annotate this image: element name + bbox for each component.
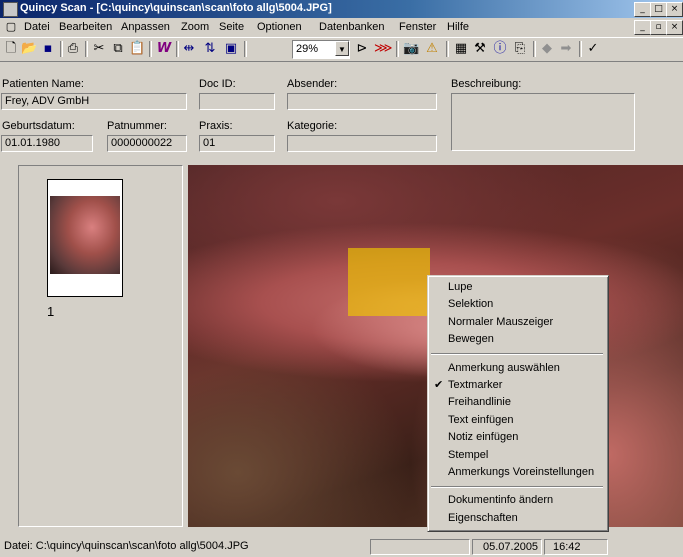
kategorie-field[interactable] xyxy=(287,135,437,152)
forward-arrow-icon[interactable]: ➡ xyxy=(558,41,574,57)
new-window-icon[interactable]: ⎘ xyxy=(512,41,528,57)
close-button[interactable]: × xyxy=(666,2,683,17)
kategorie-label: Kategorie: xyxy=(287,120,338,132)
new-icon[interactable]: 🗋 xyxy=(3,41,19,57)
menu-hilfe[interactable]: Hilfe xyxy=(447,21,469,33)
info-icon[interactable]: ⓘ xyxy=(492,41,508,57)
praxis-field[interactable]: 01 xyxy=(199,135,275,152)
copy-icon[interactable]: ⧉ xyxy=(110,41,126,57)
title-bar[interactable]: Quincy Scan - [C:\quincy\quinscan\scan\f… xyxy=(0,0,683,18)
geburtsdatum-field[interactable]: 01.01.1980 xyxy=(1,135,93,152)
scanner-icon[interactable]: ⚠ xyxy=(424,41,440,57)
back-arrow-icon[interactable]: ◆ xyxy=(539,41,555,57)
menu-separator xyxy=(431,486,603,488)
chevron-down-icon[interactable]: ▼ xyxy=(335,41,349,56)
status-file: Datei: C:\quincy\quinscan\scan\foto allg… xyxy=(4,540,249,552)
menu-zoom[interactable]: Zoom xyxy=(181,21,209,33)
fit-height-icon[interactable]: ⇅ xyxy=(202,41,218,57)
toolbar-separator xyxy=(85,41,88,57)
menu-bar: ▢ Datei Bearbeiten Anpassen Zoom Seite O… xyxy=(0,18,683,36)
ctx-anmerkung-auswaehlen[interactable]: Anmerkung auswählen xyxy=(448,362,560,374)
window-title: Quincy Scan - [C:\quincy\quinscan\scan\f… xyxy=(20,2,332,14)
minimize-button[interactable]: _ xyxy=(634,2,651,17)
ctx-lupe[interactable]: Lupe xyxy=(448,281,472,293)
print-icon[interactable]: ⎙ xyxy=(65,41,81,57)
ctx-anmerkungs-voreinstellungen[interactable]: Anmerkungs Voreinstellungen xyxy=(448,466,594,478)
status-bar: Datei: C:\quincy\quinscan\scan\foto allg… xyxy=(0,537,683,557)
fit-width-icon[interactable]: ⇹ xyxy=(181,41,197,57)
menu-fenster[interactable]: Fenster xyxy=(399,21,436,33)
next-page-icon[interactable]: ⊳ xyxy=(354,41,370,57)
toolbar-separator xyxy=(149,41,152,57)
ctx-text-einfuegen[interactable]: Text einfügen xyxy=(448,414,513,426)
cut-icon[interactable]: ✂ xyxy=(91,41,107,57)
status-date: 05.07.2005 xyxy=(472,539,542,555)
praxis-label: Praxis: xyxy=(199,120,233,132)
ctx-freihandlinie[interactable]: Freihandlinie xyxy=(448,396,511,408)
ctx-notiz-einfuegen[interactable]: Notiz einfügen xyxy=(448,431,518,443)
toolbar-separator xyxy=(244,41,247,57)
toolbar-separator xyxy=(396,41,399,57)
ctx-textmarker[interactable]: Textmarker xyxy=(448,379,502,391)
grid-view-icon[interactable]: ▦ xyxy=(453,41,469,57)
patient-name-field[interactable]: Frey, ADV GmbH xyxy=(1,93,187,110)
ctx-bewegen[interactable]: Bewegen xyxy=(448,333,494,345)
textmarker-highlight[interactable] xyxy=(348,248,430,316)
doc-minimize-button[interactable]: _ xyxy=(634,20,651,35)
doc-id-label: Doc ID: xyxy=(199,78,236,90)
paste-icon[interactable]: 📋 xyxy=(129,41,145,57)
doc-close-button[interactable]: × xyxy=(666,20,683,35)
menu-bearbeiten[interactable]: Bearbeiten xyxy=(59,21,112,33)
toolbar-separator xyxy=(533,41,536,57)
tools-icon[interactable]: ⚒ xyxy=(472,41,488,57)
thumbnail-page-number: 1 xyxy=(47,304,55,319)
word-export-icon[interactable]: W xyxy=(156,41,172,57)
context-menu: Lupe Selektion Normaler Mauszeiger Beweg… xyxy=(427,275,609,532)
ctx-dokumentinfo-aendern[interactable]: Dokumentinfo ändern xyxy=(448,494,553,506)
toolbar-separator xyxy=(176,41,179,57)
menu-anpassen[interactable]: Anpassen xyxy=(121,21,170,33)
zoom-select[interactable]: 29% ▼ xyxy=(292,40,350,59)
checkmark-icon[interactable]: ✓ xyxy=(585,41,601,57)
patnummer-label: Patnummer: xyxy=(107,120,167,132)
menu-datenbanken[interactable]: Datenbanken xyxy=(319,21,384,33)
absender-label: Absender: xyxy=(287,78,338,90)
zoom-value: 29% xyxy=(296,43,319,55)
thumbnail-panel[interactable]: 1 xyxy=(18,165,183,527)
open-folder-icon[interactable]: 📂 xyxy=(21,41,37,57)
document-icon[interactable]: ▢ xyxy=(3,19,19,35)
menu-separator xyxy=(431,353,603,355)
app-icon[interactable] xyxy=(3,2,18,17)
doc-id-field[interactable] xyxy=(199,93,275,110)
last-page-icon[interactable]: ⋙ xyxy=(374,41,393,57)
menu-seite[interactable]: Seite xyxy=(219,21,244,33)
maximize-button[interactable]: □ xyxy=(650,2,667,17)
ctx-stempel[interactable]: Stempel xyxy=(448,449,488,461)
patient-name-label: Patienten Name: xyxy=(2,78,84,90)
ctx-normaler-mauszeiger[interactable]: Normaler Mauszeiger xyxy=(448,316,553,328)
ctx-selektion[interactable]: Selektion xyxy=(448,298,493,310)
toolbar-separator xyxy=(60,41,63,57)
ctx-eigenschaften[interactable]: Eigenschaften xyxy=(448,512,518,524)
save-icon[interactable]: ▪ xyxy=(40,41,56,57)
beschreibung-label: Beschreibung: xyxy=(451,78,522,90)
fit-page-icon[interactable]: ▣ xyxy=(223,41,239,57)
toolbar: 🗋 📂 ▪ ⎙ ✂ ⧉ 📋 W ⇹ ⇅ ▣ 29% ▼ ⊳ ⋙ 📷 ⚠ ▦ ⚒ … xyxy=(0,37,683,62)
status-time: 16:42 xyxy=(544,539,608,555)
toolbar-separator xyxy=(446,41,449,57)
thumbnail-image xyxy=(50,196,120,274)
status-empty-panel xyxy=(370,539,470,555)
geburtsdatum-label: Geburtsdatum: xyxy=(2,120,75,132)
doc-restore-button[interactable]: ▫ xyxy=(650,20,667,35)
toolbar-separator xyxy=(579,41,582,57)
menu-datei[interactable]: Datei xyxy=(24,21,50,33)
checkmark-icon: ✔ xyxy=(434,378,444,391)
absender-field[interactable] xyxy=(287,93,437,110)
beschreibung-field[interactable] xyxy=(451,93,635,151)
patnummer-field[interactable]: 0000000022 xyxy=(107,135,187,152)
camera-icon[interactable]: 📷 xyxy=(403,41,419,57)
page-thumbnail[interactable] xyxy=(47,179,123,297)
menu-optionen[interactable]: Optionen xyxy=(257,21,302,33)
